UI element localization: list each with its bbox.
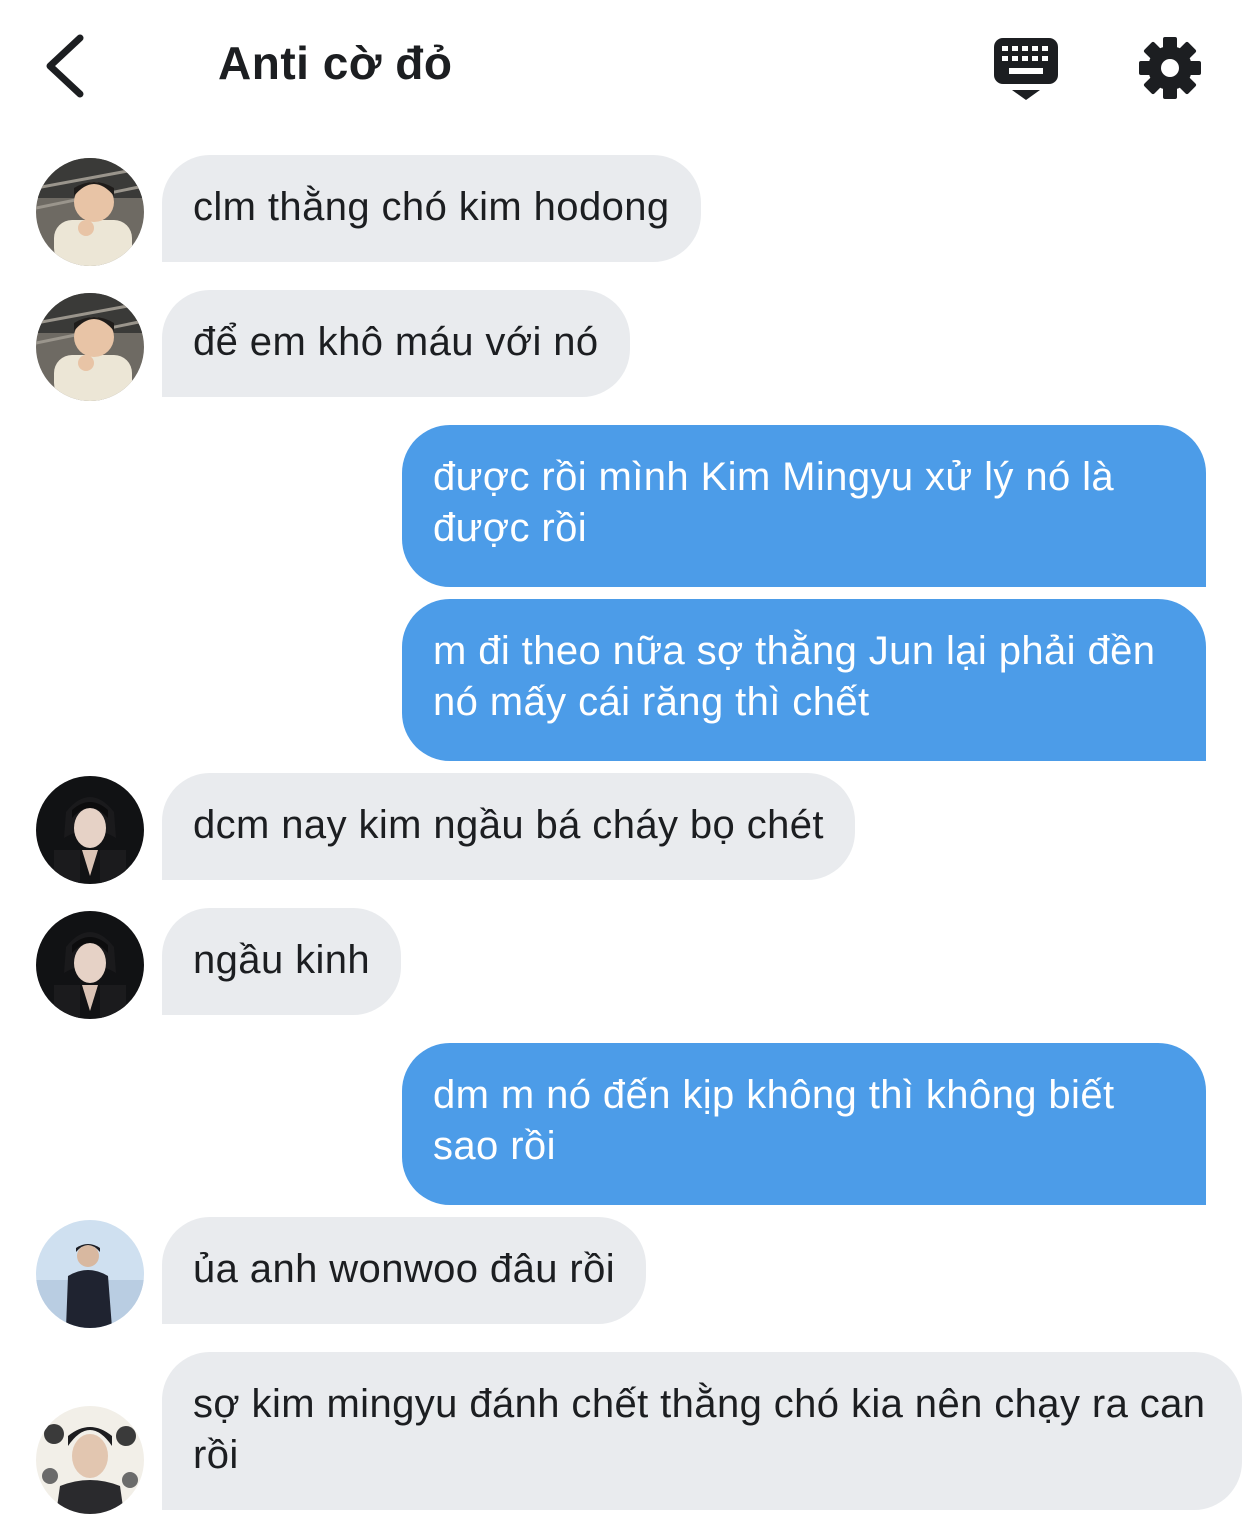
chat-title: Anti cờ đỏ bbox=[218, 37, 453, 89]
message-bubble-incoming[interactable]: để em khô máu với nó bbox=[162, 290, 630, 397]
avatar[interactable] bbox=[36, 1220, 144, 1328]
message-text: được rồi mình Kim Mingyu xử lý nó là đượ… bbox=[433, 455, 1115, 550]
avatar[interactable] bbox=[36, 158, 144, 266]
chat-header: Anti cờ đỏ bbox=[0, 0, 1242, 130]
message-text: ủa anh wonwoo đâu rồi bbox=[193, 1247, 616, 1291]
message-bubble-incoming[interactable]: clm thằng chó kim hodong bbox=[162, 155, 701, 262]
message-text: dcm nay kim ngầu bá cháy bọ chét bbox=[193, 803, 824, 847]
gear-icon[interactable] bbox=[1138, 36, 1202, 100]
avatar[interactable] bbox=[36, 911, 144, 1019]
avatar[interactable] bbox=[36, 293, 144, 401]
message-bubble-incoming[interactable]: ủa anh wonwoo đâu rồi bbox=[162, 1217, 647, 1324]
message-text: m đi theo nữa sợ thằng Jun lại phải đền … bbox=[433, 629, 1156, 724]
message-bubble-incoming[interactable]: ngầu kinh bbox=[162, 908, 402, 1015]
keyboard-icon[interactable] bbox=[992, 36, 1060, 102]
message-bubble-outgoing[interactable]: được rồi mình Kim Mingyu xử lý nó là đượ… bbox=[402, 425, 1206, 587]
message-text: ngầu kinh bbox=[193, 938, 371, 982]
message-text: dm m nó đến kịp không thì không biết sao… bbox=[433, 1073, 1115, 1168]
chevron-left-icon[interactable] bbox=[40, 30, 100, 102]
message-text: để em khô máu với nó bbox=[193, 320, 599, 364]
message-text: clm thằng chó kim hodong bbox=[193, 185, 670, 229]
message-bubble-incoming[interactable]: sợ kim mingyu đánh chết thằng chó kia nê… bbox=[162, 1352, 1242, 1510]
message-bubble-incoming[interactable]: dcm nay kim ngầu bá cháy bọ chét bbox=[162, 773, 855, 880]
message-bubble-outgoing[interactable]: m đi theo nữa sợ thằng Jun lại phải đền … bbox=[402, 599, 1206, 761]
avatar[interactable] bbox=[36, 1406, 144, 1514]
avatar[interactable] bbox=[36, 776, 144, 884]
message-bubble-outgoing[interactable]: dm m nó đến kịp không thì không biết sao… bbox=[402, 1043, 1206, 1205]
message-text: sợ kim mingyu đánh chết thằng chó kia nê… bbox=[193, 1382, 1206, 1477]
